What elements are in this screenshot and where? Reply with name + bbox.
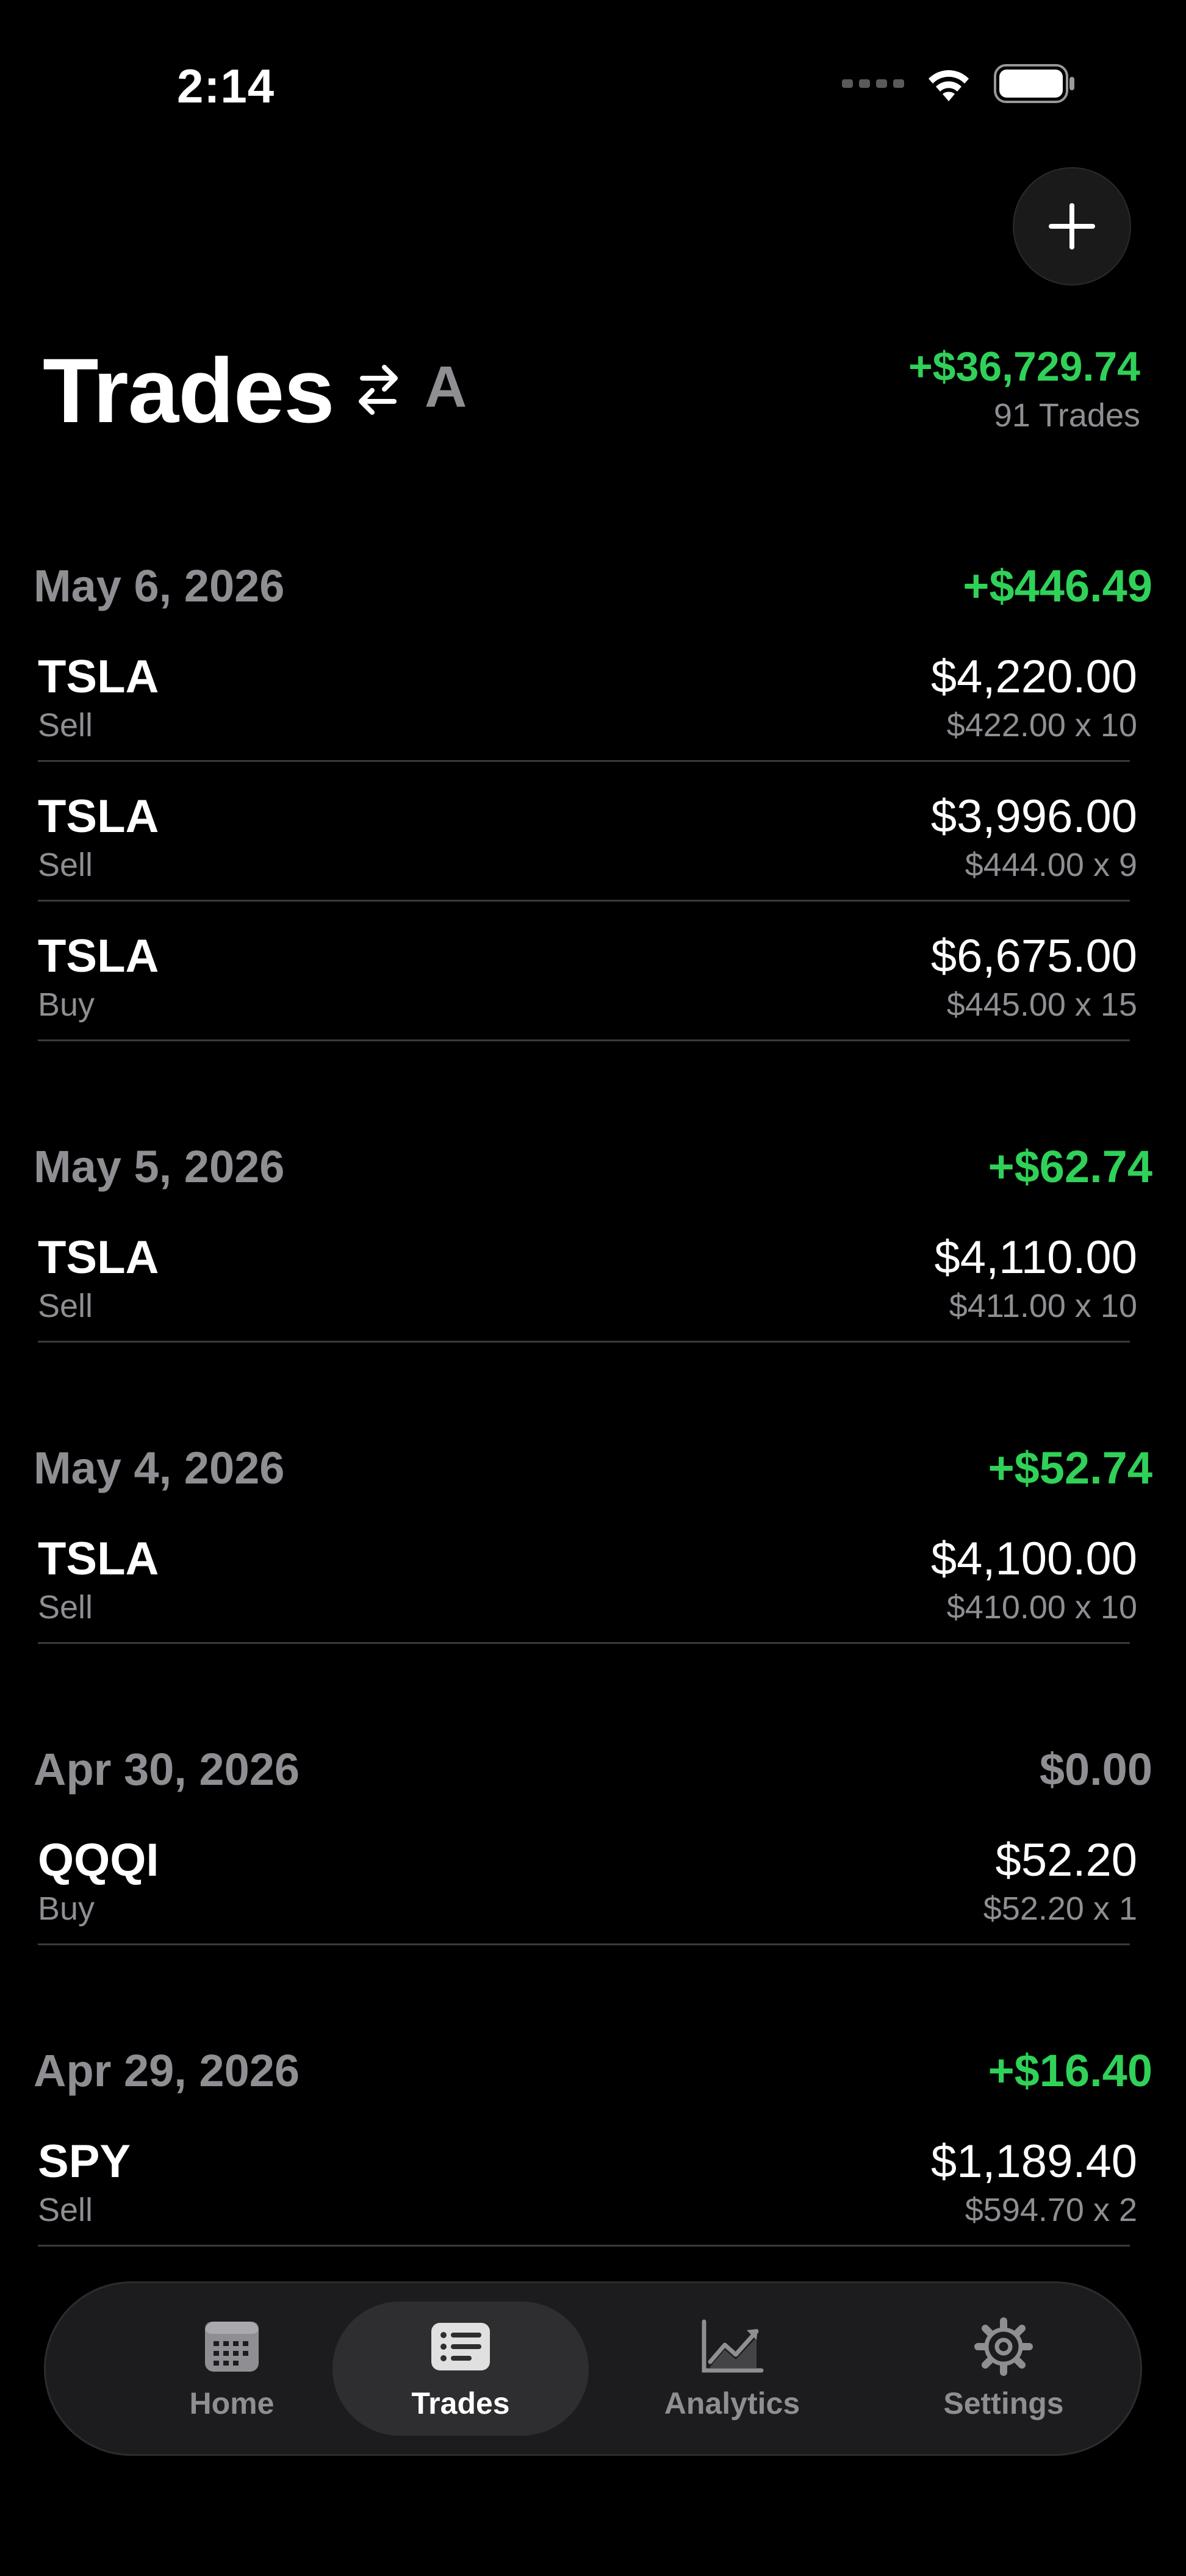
- chart-line-icon: [702, 2319, 764, 2373]
- trade-total: $4,100.00: [930, 1533, 1137, 1585]
- trade-total: $52.20: [995, 1834, 1137, 1886]
- tab-analytics[interactable]: Analytics: [604, 2302, 860, 2436]
- plus-icon: [1049, 203, 1095, 249]
- day-section: May 6, 2026 +$446.49 TSLA Sell $4,220.00 $422…: [0, 549, 1186, 1041]
- status-icons: [842, 63, 1076, 104]
- trade-list[interactable]: May 6, 2026 +$446.49 TSLA Sell $4,220.00 $422…: [0, 549, 1186, 2247]
- swap-arrows-icon[interactable]: [354, 360, 403, 422]
- trade-detail: $410.00 x 10: [946, 1589, 1137, 1626]
- day-header: May 5, 2026 +$62.74: [0, 1130, 1186, 1203]
- trade-total: $1,189.40: [930, 2136, 1137, 2187]
- total-pnl: +$36,729.74: [908, 343, 1140, 390]
- tab-label: Trades: [411, 2386, 510, 2420]
- trade-detail: $445.00 x 15: [946, 986, 1137, 1023]
- trade-row[interactable]: TSLA Buy $6,675.00 $445.00 x 15: [38, 902, 1137, 1041]
- tab-settings[interactable]: Settings: [875, 2302, 1132, 2436]
- day-section: May 4, 2026 +$52.74 TSLA Sell $4,100.00 $410.…: [0, 1431, 1186, 1644]
- add-trade-button[interactable]: [1013, 167, 1131, 285]
- trade-count: 91 Trades: [993, 397, 1140, 434]
- trade-detail: $411.00 x 10: [949, 1288, 1137, 1324]
- trade-symbol: TSLA: [38, 651, 159, 703]
- day-pnl: +$52.74: [988, 1443, 1152, 1493]
- trade-side: Sell: [38, 847, 93, 883]
- day-section: Apr 29, 2026 +$16.40 SPY Sell $1,189.40 $594.…: [0, 2034, 1186, 2247]
- tab-label: Settings: [943, 2386, 1064, 2420]
- trade-row[interactable]: TSLA Sell $4,110.00 $411.00 x 10: [38, 1203, 1137, 1343]
- page-title: Trades: [43, 339, 335, 442]
- status-time: 2:14: [177, 59, 275, 113]
- trade-row[interactable]: QQQI Buy $52.20 $52.20 x 1: [38, 1806, 1137, 1945]
- trade-total: $4,110.00: [934, 1232, 1137, 1283]
- day-section: May 5, 2026 +$62.74 TSLA Sell $4,110.00 $411.…: [0, 1130, 1186, 1343]
- trade-side: Buy: [38, 1890, 95, 1927]
- account-mode-toggle[interactable]: A: [425, 354, 467, 421]
- trade-side: Sell: [38, 707, 93, 744]
- trade-side: Sell: [38, 1589, 93, 1626]
- trade-detail: $52.20 x 1: [983, 1890, 1137, 1927]
- tab-bar: Home Trades Analytics Settings: [44, 2281, 1142, 2456]
- trade-total: $4,220.00: [930, 651, 1137, 703]
- trade-symbol: TSLA: [38, 930, 159, 982]
- day-pnl: +$62.74: [988, 1141, 1152, 1192]
- day-date: May 6, 2026: [34, 561, 285, 611]
- trade-row[interactable]: TSLA Sell $4,220.00 $422.00 x 10: [38, 622, 1137, 762]
- day-header: Apr 29, 2026 +$16.40: [0, 2034, 1186, 2107]
- day-pnl: +$446.49: [963, 561, 1152, 611]
- trade-symbol: TSLA: [38, 1232, 159, 1283]
- tab-label: Analytics: [664, 2386, 800, 2420]
- trade-detail: $594.70 x 2: [965, 2192, 1137, 2228]
- battery-icon: [994, 64, 1074, 103]
- day-section: Apr 30, 2026 $0.00 QQQI Buy $52.20 $52.20 x 1: [0, 1732, 1186, 1945]
- day-date: May 5, 2026: [34, 1141, 285, 1192]
- tab-trades[interactable]: Trades: [332, 2302, 589, 2436]
- trade-symbol: TSLA: [38, 791, 159, 842]
- cellular-signal-icon: [842, 79, 904, 88]
- trade-row[interactable]: SPY Sell $1,189.40 $594.70 x 2: [38, 2107, 1137, 2247]
- calendar-icon: [205, 2322, 259, 2372]
- day-header: May 4, 2026 +$52.74: [0, 1431, 1186, 1504]
- trade-total: $3,996.00: [930, 791, 1137, 842]
- trade-detail: $422.00 x 10: [946, 707, 1137, 744]
- trade-detail: $444.00 x 9: [965, 847, 1137, 883]
- gear-icon: [974, 2317, 1033, 2376]
- trade-total: $6,675.00: [930, 930, 1137, 982]
- day-date: Apr 30, 2026: [34, 1744, 300, 1795]
- tab-home[interactable]: Home: [104, 2302, 360, 2436]
- wifi-icon: [929, 70, 969, 101]
- trade-side: Sell: [38, 2192, 93, 2228]
- day-header: Apr 30, 2026 $0.00: [0, 1732, 1186, 1806]
- trade-row[interactable]: TSLA Sell $4,100.00 $410.00 x 10: [38, 1504, 1137, 1644]
- day-date: Apr 29, 2026: [34, 2045, 300, 2096]
- day-pnl: +$16.40: [988, 2045, 1152, 2096]
- day-pnl: $0.00: [1039, 1744, 1152, 1795]
- tab-label: Home: [189, 2386, 275, 2420]
- day-header: May 6, 2026 +$446.49: [0, 549, 1186, 622]
- list-icon: [431, 2323, 490, 2370]
- trade-symbol: QQQI: [38, 1834, 159, 1886]
- trade-row[interactable]: TSLA Sell $3,996.00 $444.00 x 9: [38, 762, 1137, 902]
- trade-symbol: TSLA: [38, 1533, 159, 1585]
- trade-side: Buy: [38, 986, 95, 1023]
- day-date: May 4, 2026: [34, 1443, 285, 1493]
- trade-side: Sell: [38, 1288, 93, 1324]
- trade-symbol: SPY: [38, 2136, 131, 2187]
